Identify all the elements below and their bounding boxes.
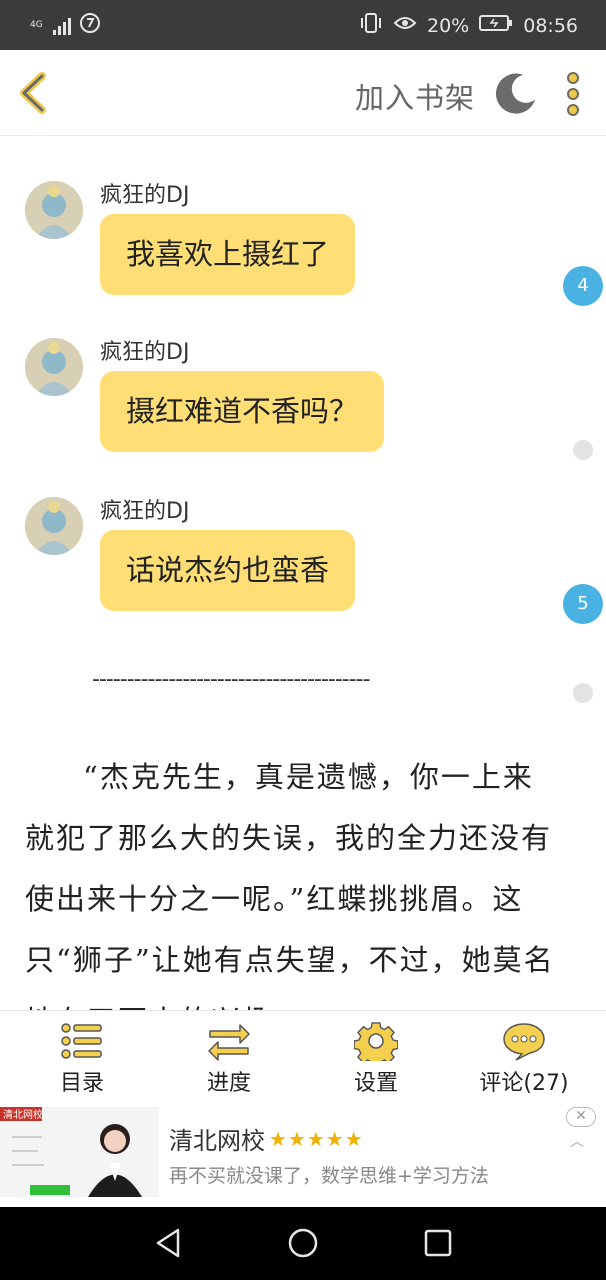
- chat-author: 疯狂的DJ: [100, 183, 190, 208]
- chat-bubble: 我喜欢上摄红了: [100, 214, 356, 295]
- status-bar: 4G 20% 08:56: [0, 0, 606, 50]
- ad-description: 再不买就没课了，数学思维+学习方法: [169, 1165, 489, 1187]
- battery-percent: 20%: [427, 14, 470, 37]
- chat-bubble: 摄红难道不香吗？: [100, 371, 385, 452]
- nav-home-button[interactable]: [287, 1227, 319, 1263]
- status-left: 4G: [30, 12, 101, 38]
- avatar[interactable]: [25, 181, 83, 239]
- chapter-paragraph: “杰克先生，真是遗憾，你一上来就犯了那么大的失误，我的全力还没有使出来十分之一呢…: [25, 760, 555, 1010]
- network-type: 4G: [30, 19, 43, 30]
- reader-content[interactable]: 疯狂的DJ 我喜欢上摄红了 疯狂的DJ 摄红难道不香吗？ 疯狂的DJ 话说杰约也…: [0, 137, 606, 1010]
- list-icon: [61, 1023, 102, 1059]
- moon-icon: [496, 73, 536, 114]
- ad-image-logo: 清北网校: [3, 1108, 43, 1121]
- data-saver-icon: [79, 12, 101, 38]
- chevron-up-icon[interactable]: ︿: [570, 1131, 584, 1151]
- battery-icon: [479, 14, 513, 37]
- comment-dot[interactable]: [573, 683, 593, 703]
- signal-icon: [52, 15, 71, 35]
- chat-bubble: 话说杰约也蛮香: [100, 530, 356, 611]
- back-button[interactable]: [14, 70, 54, 116]
- comment-count-badge[interactable]: 4: [563, 266, 603, 306]
- reader-header: 加入书架: [0, 50, 606, 136]
- square-recents-icon: [424, 1229, 452, 1257]
- comment-count-badge[interactable]: 5: [563, 584, 603, 624]
- chevron-left-icon: [20, 72, 46, 114]
- swap-arrows-icon: [208, 1024, 250, 1061]
- nav-back-button[interactable]: [153, 1227, 183, 1263]
- vibrate-icon: [359, 12, 383, 39]
- chat-author: 疯狂的DJ: [100, 340, 190, 365]
- clock: 08:56: [523, 14, 578, 37]
- catalog-button[interactable]: 目录: [22, 1021, 142, 1097]
- catalog-label: 目录: [59, 1071, 104, 1096]
- circle-home-icon: [288, 1228, 318, 1258]
- progress-button[interactable]: 进度: [169, 1021, 289, 1097]
- ad-title: 清北网校: [169, 1127, 265, 1155]
- more-button[interactable]: [564, 70, 582, 118]
- add-to-shelf-button[interactable]: 加入书架: [355, 75, 475, 117]
- reader-toolbar: 目录 进度 设置 评论(27): [0, 1010, 606, 1107]
- section-divider: ----------------------------------------: [92, 667, 371, 692]
- comments-label: 评论(27): [479, 1071, 569, 1096]
- settings-label: 设置: [353, 1071, 398, 1096]
- status-right: 20% 08:56: [359, 12, 578, 39]
- settings-button[interactable]: 设置: [316, 1021, 436, 1097]
- ad-banner[interactable]: 清北网校 清北网校 ★★★★★ 再不买就没课了，数学思维+学习方法 ✕ ︿: [0, 1107, 606, 1207]
- ad-image[interactable]: 清北网校: [0, 1107, 159, 1197]
- comment-dot[interactable]: [573, 440, 593, 460]
- night-mode-button[interactable]: [494, 72, 536, 114]
- more-vertical-icon: [567, 72, 579, 116]
- triangle-back-icon: [156, 1228, 180, 1258]
- eye-comfort-icon: [393, 14, 417, 37]
- chat-author: 疯狂的DJ: [100, 499, 190, 524]
- ad-title-row[interactable]: 清北网校 ★★★★★: [169, 1121, 364, 1156]
- avatar[interactable]: [25, 497, 83, 555]
- nav-recents-button[interactable]: [423, 1227, 453, 1263]
- gear-icon: [354, 1022, 398, 1061]
- avatar[interactable]: [25, 338, 83, 396]
- progress-label: 进度: [206, 1071, 251, 1096]
- comment-bubble-icon: [503, 1023, 545, 1061]
- comments-button[interactable]: 评论(27): [464, 1021, 584, 1097]
- system-nav-bar: [0, 1207, 606, 1280]
- rating-stars: ★★★★★: [269, 1126, 364, 1151]
- ad-close-button[interactable]: ✕: [566, 1107, 596, 1127]
